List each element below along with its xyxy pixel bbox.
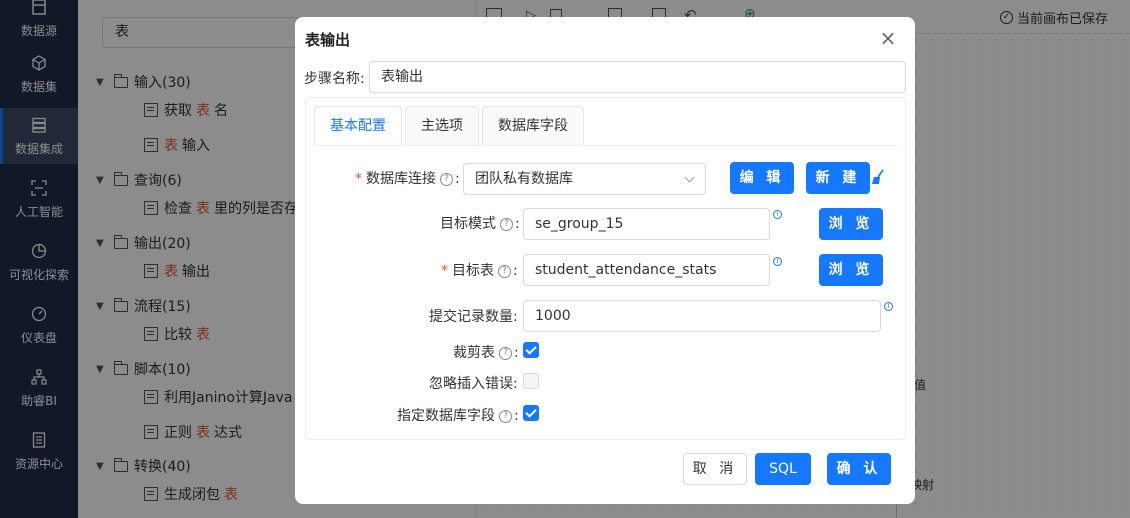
help-icon[interactable]: ? (499, 409, 512, 423)
truncate-checkbox[interactable] (523, 342, 539, 358)
target-schema-input[interactable]: se_group_15 (523, 208, 770, 240)
specify-fields-checkbox[interactable] (523, 405, 539, 421)
truncate-label: 裁剪表?: (453, 345, 519, 361)
browse-schema-button[interactable]: 浏 览 (819, 208, 883, 240)
browse-table-button[interactable]: 浏 览 (819, 254, 883, 286)
target-table-label: * 目标表?: (441, 263, 518, 279)
specify-fields-label: 指定数据库字段?: (397, 408, 519, 424)
target-schema-label: 目标模式?: (440, 216, 520, 232)
table-output-dialog: 表输出 × 步骤名称: 表输出 基本配置 主选项 数据库字段 * 数据库连接?: … (295, 17, 915, 504)
info-icon[interactable]: i (773, 210, 782, 219)
ignore-errors-label: 忽略插入错误: (429, 376, 518, 392)
edit-button[interactable]: 编 辑 (730, 162, 794, 194)
db-conn-label: * 数据库连接?: (355, 171, 460, 187)
new-button[interactable]: 新 建 (806, 162, 870, 194)
required-mark: * (441, 263, 448, 279)
confirm-button[interactable]: 确 认 (827, 453, 891, 485)
close-icon[interactable]: × (879, 28, 897, 48)
commit-size-label: 提交记录数量: (429, 309, 518, 325)
target-table-input[interactable]: student_attendance_stats (523, 254, 770, 286)
step-name-input[interactable]: 表输出 (369, 61, 906, 93)
help-icon[interactable]: ? (440, 172, 453, 186)
info-icon[interactable]: i (773, 257, 782, 266)
tab-main-options[interactable]: 主选项 (405, 106, 479, 146)
chevron-down-icon (684, 172, 695, 183)
required-mark: * (355, 171, 362, 187)
broom-icon[interactable] (871, 169, 885, 185)
tab-divider (314, 145, 899, 146)
tab-basic-config[interactable]: 基本配置 (314, 106, 402, 146)
db-conn-select[interactable]: 团队私有数据库 (463, 163, 706, 195)
ignore-errors-checkbox[interactable] (523, 373, 539, 389)
tab-db-fields[interactable]: 数据库字段 (482, 106, 584, 146)
help-icon[interactable]: ? (499, 346, 512, 360)
config-tabs: 基本配置 主选项 数据库字段 (314, 106, 587, 146)
sql-button[interactable]: SQL (755, 453, 811, 485)
cancel-button[interactable]: 取 消 (683, 453, 747, 485)
commit-size-input[interactable]: 1000 (523, 300, 881, 332)
help-icon[interactable]: ? (498, 264, 511, 278)
info-icon[interactable]: i (884, 302, 893, 311)
step-name-label: 步骤名称: (304, 71, 365, 87)
help-icon[interactable]: ? (500, 217, 513, 231)
dialog-title: 表输出 (305, 31, 351, 49)
